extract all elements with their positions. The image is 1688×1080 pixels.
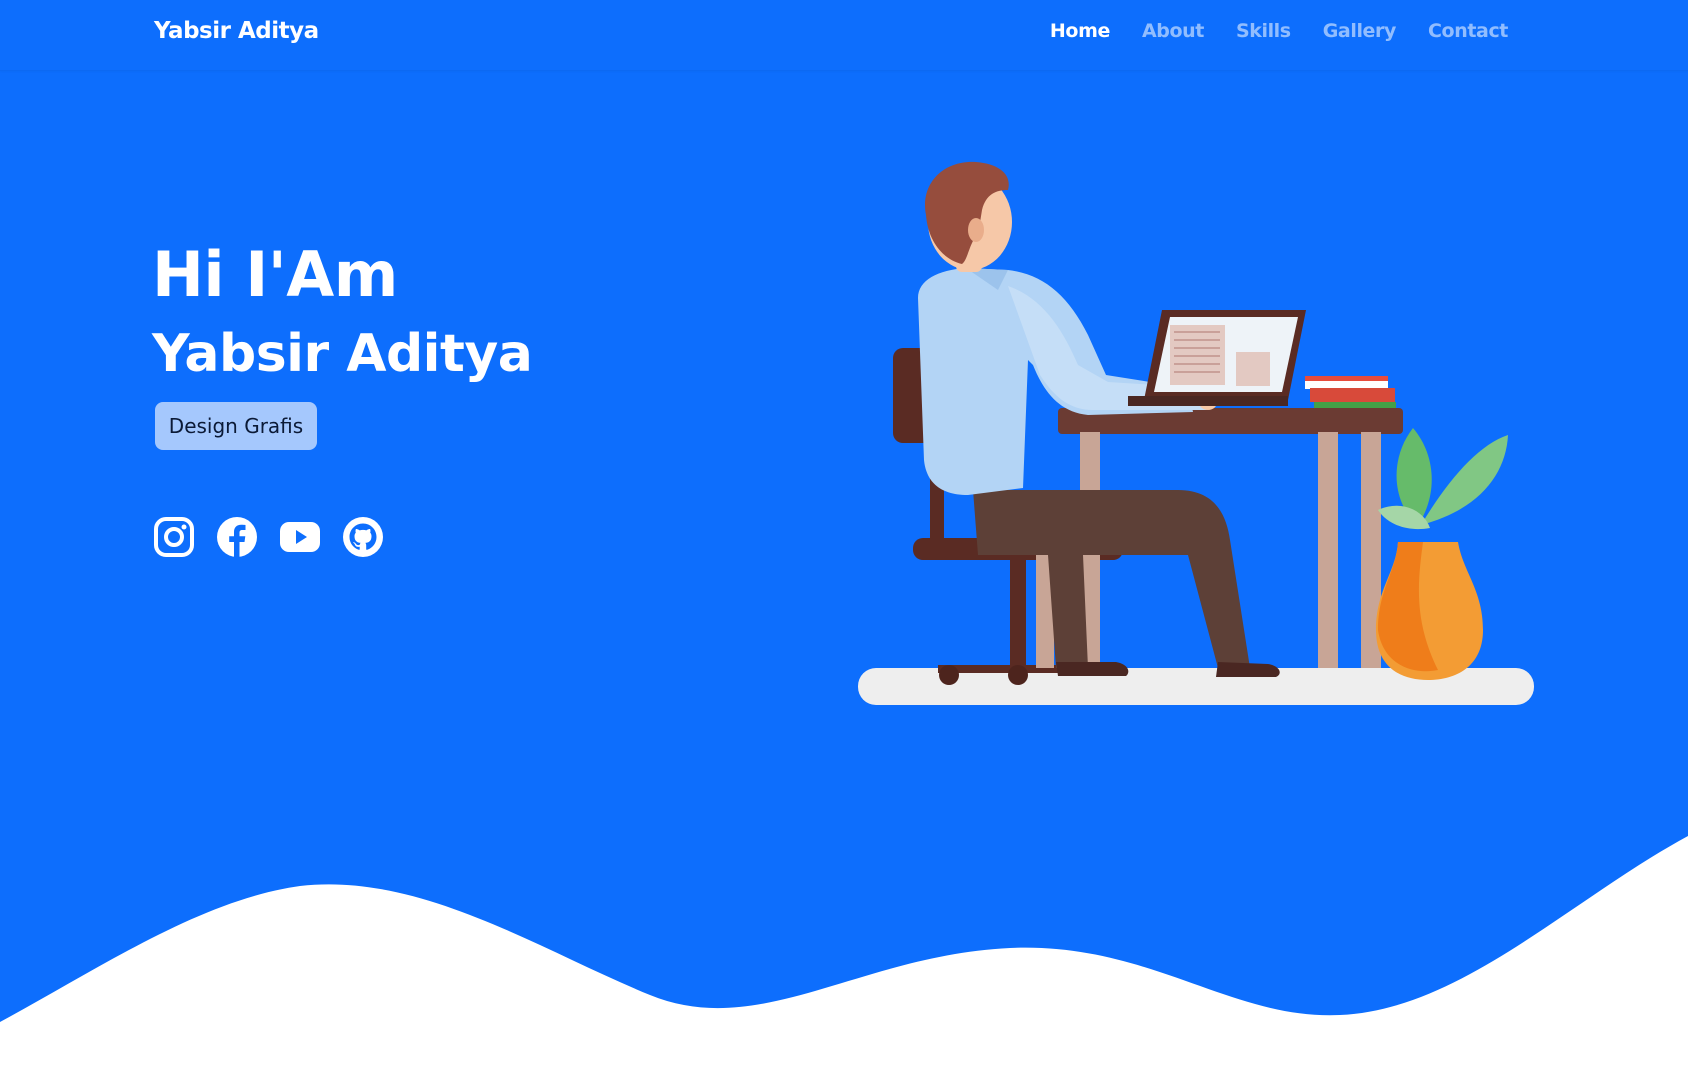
nav-link-contact[interactable]: Contact — [1412, 20, 1524, 42]
hero-greeting: Hi I'Am — [152, 238, 398, 311]
hero-name: Yabsir Aditya — [152, 324, 533, 384]
youtube-icon[interactable] — [279, 516, 321, 558]
page: Yabsir Aditya Home About Skills Gallery … — [0, 0, 1688, 1080]
social-links — [153, 516, 384, 558]
nav-link-home[interactable]: Home — [1034, 20, 1126, 42]
github-icon[interactable] — [342, 516, 384, 558]
nav-link-gallery[interactable]: Gallery — [1307, 20, 1412, 42]
nav-link-about[interactable]: About — [1126, 20, 1220, 42]
role-badge: Design Grafis — [155, 402, 317, 450]
facebook-icon[interactable] — [216, 516, 258, 558]
nav-link-skills[interactable]: Skills — [1220, 20, 1307, 42]
nav-links: Home About Skills Gallery Contact — [1034, 20, 1524, 42]
instagram-icon[interactable] — [153, 516, 195, 558]
brand-link[interactable]: Yabsir Aditya — [154, 18, 319, 44]
navbar: Yabsir Aditya Home About Skills Gallery … — [0, 0, 1688, 71]
hero-illustration — [858, 161, 1534, 705]
